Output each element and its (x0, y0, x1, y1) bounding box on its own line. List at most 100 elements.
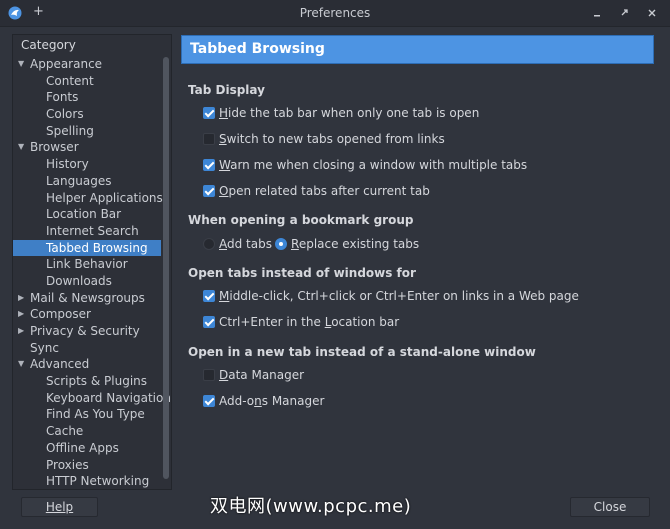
switch-new-tabs-option[interactable]: Switch to new tabs opened from links (203, 131, 445, 147)
option-label: Replace existing tabs (291, 237, 419, 251)
sidebar-item-appearance[interactable]: ▼ Appearance (13, 56, 161, 73)
option-label: Add-ons Manager (219, 394, 324, 408)
checkbox-checked[interactable] (203, 395, 215, 407)
chevron-down-icon[interactable]: ▼ (18, 56, 24, 73)
sidebar-item-label: Sync (30, 340, 59, 355)
option-label-post: ocation bar (331, 315, 400, 329)
sidebar-item-colors[interactable]: Colors (13, 106, 161, 123)
chevron-down-icon[interactable]: ▼ (18, 139, 24, 156)
close-button[interactable]: Close (570, 497, 650, 517)
section-bookmark-group: When opening a bookmark group (188, 213, 414, 227)
checkbox-checked[interactable] (203, 290, 215, 302)
checkbox-checked[interactable] (203, 107, 215, 119)
sidebar-item-label: Internet Search (46, 223, 139, 238)
sidebar-scrollbar[interactable] (163, 57, 169, 479)
sidebar-item-sync[interactable]: Sync (13, 340, 161, 357)
option-label-post: ata Manager (228, 368, 305, 382)
content-header: Tabbed Browsing (181, 35, 654, 64)
checkbox-checked[interactable] (203, 159, 215, 171)
sidebar-item-label: Cache (46, 424, 84, 439)
sidebar-item-link-behavior[interactable]: Link Behavior (13, 256, 161, 273)
option-label-post: pen related tabs after current tab (228, 184, 430, 198)
open-related-tabs-option[interactable]: Open related tabs after current tab (203, 183, 430, 199)
add-tabs-radio[interactable]: Add tabs (203, 236, 272, 252)
sidebar-item-label: Composer (30, 307, 91, 322)
sidebar-item-composer[interactable]: ▶ Composer (13, 306, 161, 323)
option-label-post: s Manager (261, 394, 325, 408)
sidebar-item-spelling[interactable]: Spelling (13, 123, 161, 140)
radio-unselected[interactable] (203, 238, 215, 250)
chevron-right-icon[interactable]: ▶ (18, 306, 24, 323)
sidebar-item-offline-apps[interactable]: Offline Apps (13, 440, 161, 457)
chevron-right-icon[interactable]: ▶ (18, 290, 24, 307)
window-title: Preferences (299, 6, 371, 20)
sidebar-item-label: Colors (46, 107, 84, 122)
option-label-mnemonic: H (219, 106, 229, 120)
addons-manager-option[interactable]: Add-ons Manager (203, 393, 324, 409)
sidebar-item-label: Tabbed Browsing (46, 240, 148, 255)
close-window-icon[interactable] (645, 6, 659, 20)
sidebar-item-internet-search[interactable]: Internet Search (13, 223, 161, 240)
option-label-mnemonic: D (219, 368, 229, 382)
checkbox-unchecked[interactable] (203, 133, 215, 145)
data-manager-option[interactable]: Data Manager (203, 367, 304, 383)
option-label-pre: Add-o (219, 394, 255, 408)
sidebar-item-tabbed-browsing[interactable]: Tabbed Browsing (13, 239, 161, 257)
sidebar-item-cache[interactable]: Cache (13, 423, 161, 440)
option-label-mnemonic: R (291, 237, 299, 251)
minimize-icon[interactable] (590, 6, 604, 20)
hide-tab-bar-option[interactable]: Hide the tab bar when only one tab is op… (203, 105, 479, 121)
replace-tabs-radio[interactable]: Replace existing tabs (275, 236, 419, 252)
sidebar-item-label: Browser (30, 140, 79, 155)
sidebar-item-helper-applications[interactable]: Helper Applications (13, 190, 163, 207)
radio-selected[interactable] (275, 238, 287, 250)
chevron-right-icon[interactable]: ▶ (18, 323, 24, 340)
sidebar-item-downloads[interactable]: Downloads (13, 273, 161, 290)
warn-closing-option[interactable]: Warn me when closing a window with multi… (203, 157, 527, 173)
sidebar-item-label: HTTP Networking (46, 474, 150, 489)
sidebar-item-label: Helper Applications (46, 190, 163, 205)
sidebar-item-fonts[interactable]: Fonts (13, 89, 161, 106)
sidebar-item-languages[interactable]: Languages (13, 173, 161, 190)
checkbox-checked[interactable] (203, 316, 215, 328)
sidebar-item-location-bar[interactable]: Location Bar (13, 206, 161, 223)
sidebar-item-content[interactable]: Content (13, 73, 161, 90)
sidebar-item-label: History (46, 157, 89, 172)
option-label-mnemonic: A (219, 237, 227, 251)
sidebar-item-privacy-security[interactable]: ▶ Privacy & Security (13, 323, 161, 340)
option-label: Warn me when closing a window with multi… (219, 158, 527, 172)
checkbox-checked[interactable] (203, 185, 215, 197)
sidebar-item-mail-newsgroups[interactable]: ▶ Mail & Newsgroups (13, 290, 161, 307)
help-button-label: Help (45, 500, 74, 514)
sidebar-item-label: Content (46, 73, 94, 88)
option-label-post: dd tabs (227, 237, 272, 251)
sidebar-item-browser[interactable]: ▼ Browser (13, 139, 161, 156)
checkbox-unchecked[interactable] (203, 369, 215, 381)
sidebar-item-label: Fonts (46, 90, 79, 105)
option-label-mnemonic: M (219, 289, 230, 303)
sidebar-item-label: Location Bar (46, 207, 122, 222)
sidebar-item-scripts-plugins[interactable]: Scripts & Plugins (13, 373, 161, 390)
category-tree: ▼ Appearance Content Fonts Colors Spelling ▼ Br… (13, 56, 171, 489)
sidebar-item-history[interactable]: History (13, 156, 161, 173)
ctrl-enter-location-option[interactable]: Ctrl+Enter in the Location bar (203, 314, 399, 330)
option-label: Middle-click, Ctrl+click or Ctrl+Enter o… (219, 289, 579, 303)
help-button[interactable]: Help (21, 497, 98, 517)
section-tab-display: Tab Display (188, 83, 265, 97)
restore-icon[interactable] (618, 6, 632, 20)
sidebar-item-proxies[interactable]: Proxies (13, 457, 161, 474)
sidebar-item-label: Keyboard Navigation (46, 390, 171, 405)
chevron-down-icon[interactable]: ▼ (18, 356, 24, 373)
section-new-tab-instead: Open in a new tab instead of a stand-alo… (188, 345, 536, 359)
sidebar-item-label: Proxies (46, 457, 89, 472)
category-sidebar: Category ▼ Appearance Content Fonts Colors Sp… (12, 34, 172, 490)
sidebar-item-keyboard-navigation[interactable]: Keyboard Navigation (13, 390, 171, 407)
sidebar-item-http-networking[interactable]: HTTP Networking (13, 473, 161, 489)
option-label-pre: Ctrl+Enter in the (219, 315, 325, 329)
sidebar-item-advanced[interactable]: ▼ Advanced (13, 356, 161, 373)
option-label-mnemonic: S (219, 132, 227, 146)
page-title: Tabbed Browsing (190, 41, 325, 57)
middle-click-option[interactable]: Middle-click, Ctrl+click or Ctrl+Enter o… (203, 288, 579, 304)
sidebar-item-find-as-you-type[interactable]: Find As You Type (13, 406, 161, 423)
sidebar-item-label: Scripts & Plugins (46, 374, 148, 389)
